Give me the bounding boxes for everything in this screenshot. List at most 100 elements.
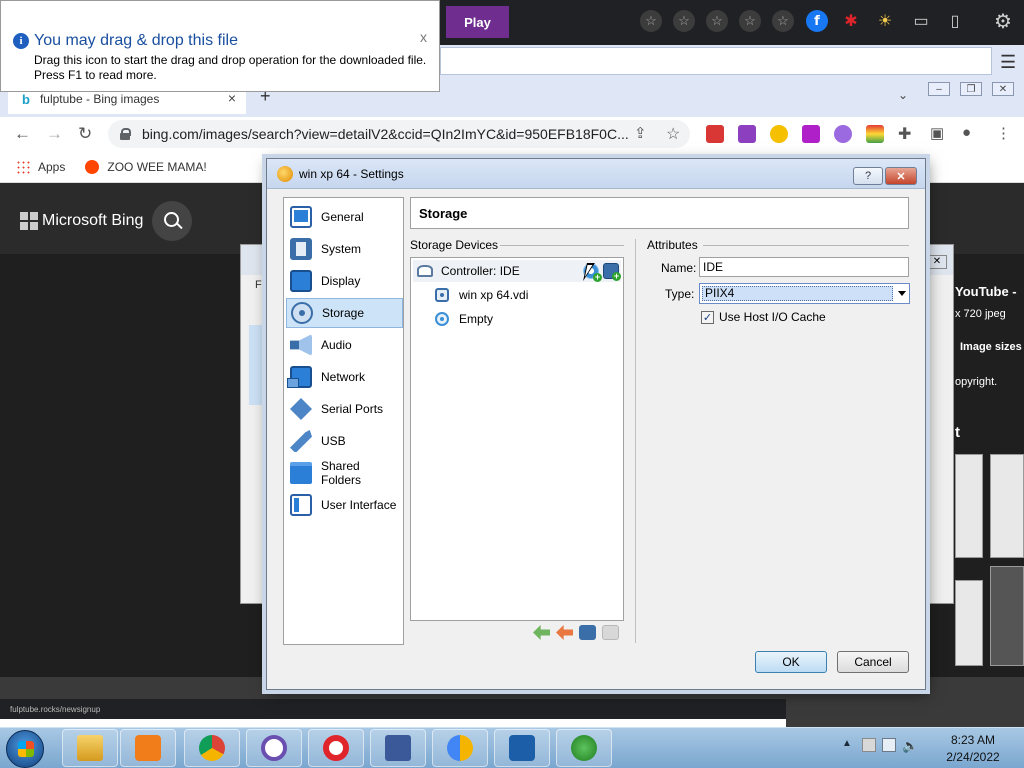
related-image-thumbnail[interactable]: [955, 580, 983, 666]
bug-icon[interactable]: ✱: [840, 10, 862, 32]
taskbar-app[interactable]: [246, 729, 302, 767]
volume-icon[interactable]: 🔈: [902, 738, 918, 753]
image-source-title[interactable]: YouTube -: [955, 284, 1017, 299]
tooltip-body: Drag this icon to start the drag and dro…: [34, 53, 427, 82]
facebook-icon[interactable]: f: [806, 10, 828, 32]
virtualbox-icon: [509, 735, 535, 761]
weather-icon[interactable]: ☀: [874, 10, 896, 32]
bookmark-zoo-wee-mama[interactable]: ZOO WEE MAMA!: [107, 160, 206, 174]
taskbar-chrome[interactable]: [184, 729, 240, 767]
start-button[interactable]: [6, 730, 44, 768]
category-label: System: [321, 242, 362, 256]
share-icon[interactable]: ⇪: [634, 124, 647, 142]
storage-disc-icon: [291, 302, 313, 324]
star-icon[interactable]: ☆: [772, 10, 794, 32]
help-button[interactable]: ?: [853, 167, 883, 185]
taskbar-media-player[interactable]: [120, 729, 176, 767]
category-network[interactable]: Network: [286, 362, 403, 392]
category-system[interactable]: System: [286, 234, 403, 264]
tree-item-hard-disk[interactable]: win xp 64.vdi: [413, 284, 621, 306]
puzzle-icon[interactable]: ✚: [898, 124, 911, 144]
extension-icon[interactable]: [706, 125, 724, 143]
taskbar-virtualbox[interactable]: [494, 729, 550, 767]
category-storage[interactable]: Storage: [286, 298, 403, 328]
manager-menu-file[interactable]: Fi: [255, 279, 264, 291]
related-image-thumbnail[interactable]: [990, 566, 1024, 666]
category-display[interactable]: Display: [286, 266, 403, 296]
name-field[interactable]: IDE: [699, 257, 909, 277]
sidebar-icon[interactable]: ▣: [930, 124, 944, 142]
extension-icon[interactable]: [866, 125, 884, 143]
taskbar-opera[interactable]: [308, 729, 364, 767]
dialog-titlebar[interactable]: win xp 64 - Settings: [267, 159, 925, 189]
star-icon[interactable]: ☆: [739, 10, 761, 32]
trash-icon[interactable]: ▯: [944, 10, 966, 32]
related-image-thumbnail[interactable]: [955, 454, 983, 558]
folder-icon[interactable]: ▭: [910, 10, 932, 32]
maximize-button[interactable]: ❐: [960, 82, 982, 96]
menu-icon[interactable]: ☰: [1000, 52, 1016, 73]
download-address-field[interactable]: [440, 47, 992, 75]
host-io-cache-checkbox[interactable]: ✓: [701, 310, 714, 324]
bing-logo[interactable]: Microsoft Bing: [20, 212, 143, 230]
search-icon[interactable]: [152, 201, 192, 241]
dialog-title: win xp 64 - Settings: [299, 166, 404, 181]
profile-icon[interactable]: ●: [962, 124, 971, 141]
tab-close-button[interactable]: ×: [228, 90, 236, 106]
category-user-interface[interactable]: User Interface: [286, 490, 403, 520]
gear-icon[interactable]: ⚙: [992, 10, 1014, 33]
remove-controller-icon[interactable]: [556, 625, 573, 640]
reload-icon[interactable]: ↻: [78, 124, 92, 144]
tree-item-optical-drive[interactable]: Empty: [413, 308, 621, 330]
name-label: Name:: [661, 261, 697, 275]
emoji-extension-icon[interactable]: [770, 125, 788, 143]
minimize-button[interactable]: –: [928, 82, 950, 96]
flag-icon[interactable]: [862, 738, 876, 752]
extension-icon[interactable]: [738, 125, 756, 143]
add-controller-icon[interactable]: [533, 625, 550, 640]
taskbar-internet-download-manager[interactable]: [556, 729, 612, 767]
taskbar-vpn[interactable]: [432, 729, 488, 767]
related-image-thumbnail[interactable]: [990, 454, 1024, 558]
close-window-button[interactable]: ✕: [992, 82, 1014, 96]
star-icon[interactable]: ☆: [706, 10, 728, 32]
tooltip-close-button[interactable]: x: [420, 29, 427, 45]
category-shared-folders[interactable]: Shared Folders: [286, 458, 403, 488]
show-hidden-icons-icon[interactable]: ▲: [842, 738, 856, 752]
chevron-down-icon[interactable]: ⌄: [898, 88, 908, 102]
extension-icon[interactable]: [802, 125, 820, 143]
manager-close-button[interactable]: ✕: [927, 255, 947, 269]
bookmark-star-icon[interactable]: ☆: [666, 124, 680, 144]
back-arrow-icon[interactable]: ←: [14, 124, 31, 144]
image-sizes-button[interactable]: Image sizes: [960, 341, 1022, 353]
host-io-cache-option[interactable]: ✓ Use Host I/O Cache: [701, 310, 826, 324]
system-clock[interactable]: 8:23 AM 2/24/2022: [930, 732, 1016, 766]
add-hard-disk-icon[interactable]: +: [603, 263, 621, 281]
pane-separator[interactable]: [635, 239, 636, 643]
add-attachment-icon[interactable]: [579, 625, 596, 640]
cancel-button[interactable]: Cancel: [837, 651, 909, 673]
dialog-close-button[interactable]: ✕: [885, 167, 917, 185]
play-button[interactable]: Play: [446, 6, 509, 38]
star-icon[interactable]: ☆: [673, 10, 695, 32]
group-divider: [500, 245, 624, 246]
type-dropdown[interactable]: PIIX4: [699, 283, 910, 304]
category-usb[interactable]: USB: [286, 426, 403, 456]
extension-icon[interactable]: [834, 125, 852, 143]
bookmark-apps[interactable]: Apps: [38, 160, 65, 174]
clock-time: 8:23 AM: [950, 733, 996, 747]
category-audio[interactable]: Audio: [286, 330, 403, 360]
address-bar[interactable]: bing.com/images/search?view=detailV2&cci…: [108, 120, 690, 148]
clock-date: 2/24/2022: [946, 750, 1000, 764]
remove-attachment-icon[interactable]: [602, 625, 619, 640]
more-menu-icon[interactable]: ⋮: [996, 124, 1011, 142]
network-status-icon[interactable]: [882, 738, 896, 752]
forward-arrow-icon[interactable]: →: [46, 124, 63, 144]
chevron-down-icon[interactable]: [895, 284, 909, 303]
taskbar-facebook[interactable]: [370, 729, 426, 767]
taskbar-explorer[interactable]: [62, 729, 118, 767]
category-general[interactable]: General: [286, 202, 403, 232]
star-icon[interactable]: ☆: [640, 10, 662, 32]
ok-button[interactable]: OK: [755, 651, 827, 673]
category-serial-ports[interactable]: Serial Ports: [286, 394, 403, 424]
